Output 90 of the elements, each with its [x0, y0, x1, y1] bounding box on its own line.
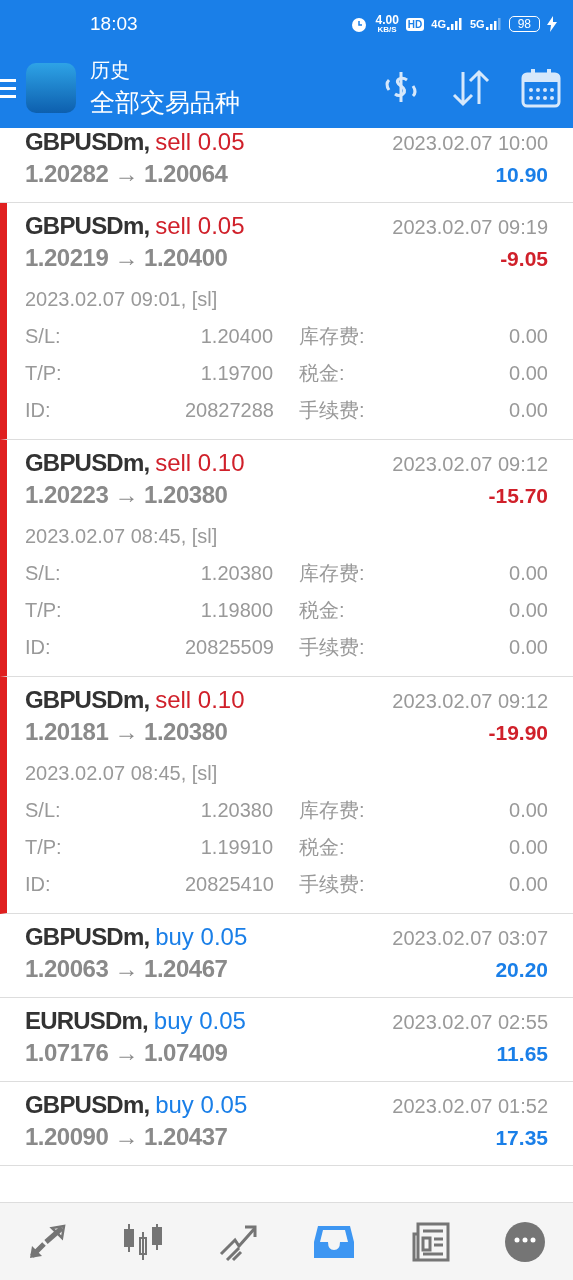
trade-row[interactable]: GBPUSDm, sell 0.10 2023.02.07 09:12 1.20223 → 1.20380 -15.70 2023.02.07 08:45, [sl] S/L: 1.20380 库存费: 0.00 T/P: 1.19800 税金: 0.00 ID: 20825509 手续费: 0.00 [0, 440, 573, 677]
close-time: 2023.02.07 09:19 [392, 216, 548, 239]
trade-symbol: GBPUSDm, buy 0.05 [25, 1091, 248, 1119]
detail-value: 0.00 [508, 836, 548, 859]
detail-label: 手续费: [298, 398, 366, 423]
calendar-icon[interactable] [519, 66, 563, 110]
detail-value: 1.19700 [199, 362, 273, 385]
trade-row[interactable]: GBPUSDm, buy 0.05 2023.02.07 03:07 1.20063 → 1.20467 20.20 [0, 914, 573, 998]
profit-value: -9.05 [500, 247, 548, 271]
detail-value: 20827288 [185, 399, 273, 422]
detail-label: 手续费: [298, 872, 366, 897]
close-time: 2023.02.07 03:07 [392, 927, 548, 950]
detail-label: 税金: [298, 835, 346, 860]
close-time: 2023.02.07 01:52 [392, 1095, 548, 1118]
detail-value: 0.00 [508, 399, 548, 422]
alarm-clock-icon [350, 15, 369, 33]
detail-value: 0.00 [508, 599, 548, 622]
detail-label: T/P: [25, 599, 63, 622]
detail-value: 0.00 [508, 636, 548, 659]
detail-value: 1.20400 [199, 325, 273, 348]
close-time: 2023.02.07 09:12 [392, 453, 548, 476]
detail-label: T/P: [25, 362, 63, 385]
detail-value: 1.19910 [199, 836, 273, 859]
price-change: 1.20181 → 1.20380 [25, 718, 228, 746]
close-time: 2023.02.07 02:55 [392, 1011, 548, 1034]
profit-value: -15.70 [488, 484, 548, 508]
price-change: 1.20219 → 1.20400 [25, 244, 228, 272]
detail-value: 1.20380 [199, 562, 273, 585]
detail-label: T/P: [25, 836, 63, 859]
trade-symbol: EURUSDm, buy 0.05 [25, 1007, 246, 1035]
detail-value: 0.00 [508, 562, 548, 585]
price-change: 1.20063 → 1.20467 [25, 955, 228, 983]
hd-badge: HD [405, 17, 425, 31]
detail-value: 0.00 [508, 799, 548, 822]
detail-label: 税金: [298, 598, 346, 623]
detail-label: ID: [25, 399, 52, 422]
trade-symbol: GBPUSDm, buy 0.05 [25, 923, 248, 951]
price-change: 1.07176 → 1.07409 [25, 1039, 228, 1067]
trade-row[interactable]: GBPUSDm, sell 0.05 2023.02.07 09:19 1.20219 → 1.20400 -9.05 2023.02.07 09:01, [sl] S/L: 1.20400 库存费: 0.00 T/P: 1.19700 税金: 0.00 ID: 20827288 手续费: 0.00 [0, 203, 573, 440]
network-speed: 4.00 KB/S [375, 14, 399, 34]
detail-label: S/L: [25, 562, 62, 585]
profit-value: 20.20 [495, 958, 548, 982]
detail-label: 库存费: [298, 561, 366, 586]
price-change: 1.20282 → 1.20064 [25, 160, 228, 188]
symbol-filter[interactable]: 全部交易品种 [90, 86, 379, 119]
profit-value: 10.90 [495, 163, 548, 187]
detail-value: 1.20380 [199, 799, 273, 822]
network-type: 5G [469, 18, 485, 30]
detail-value: 1.19800 [199, 599, 273, 622]
profit-value: 11.65 [496, 1042, 548, 1066]
battery-level: 98 [508, 16, 540, 32]
trade-row[interactable]: EURUSDm, buy 0.05 2023.02.07 02:55 1.07176 → 1.07409 11.65 [0, 998, 573, 1082]
trade-row[interactable]: GBPUSDm, sell 0.10 2023.02.07 09:12 1.20181 → 1.20380 -19.90 2023.02.07 08:45, [sl] S/L: 1.20380 库存费: 0.00 T/P: 1.19910 税金: 0.00 ID: 20825410 手续费: 0.00 [0, 677, 573, 914]
charging-bolt-icon [547, 16, 557, 32]
app-logo [26, 63, 76, 113]
price-change: 1.20223 → 1.20380 [25, 481, 228, 509]
open-time: 2023.02.07 08:45, [sl] [25, 523, 219, 549]
open-time: 2023.02.07 08:45, [sl] [25, 760, 219, 786]
chat-bubble-icon[interactable] [503, 1219, 548, 1264]
detail-value: 20825509 [185, 636, 273, 659]
detail-label: S/L: [25, 799, 62, 822]
close-time: 2023.02.07 10:00 [392, 132, 548, 155]
detail-label: 税金: [298, 361, 346, 386]
detail-value: 20825410 [185, 873, 273, 896]
trade-row[interactable]: GBPUSDm, sell 0.05 2023.02.07 10:00 1.20282 → 1.20064 10.90 [0, 128, 573, 203]
menu-icon[interactable] [0, 76, 16, 100]
detail-label: 库存费: [298, 798, 366, 823]
signal-icon [485, 18, 502, 30]
detail-value: 0.00 [508, 362, 548, 385]
trade-symbol: GBPUSDm, sell 0.10 [25, 449, 245, 477]
detail-label: ID: [25, 636, 52, 659]
network-type: 4G [431, 18, 446, 30]
price-change: 1.20090 → 1.20437 [25, 1123, 228, 1151]
profit-value: -19.90 [488, 721, 548, 745]
detail-label: 库存费: [298, 324, 366, 349]
screen-title: 历史 [90, 58, 131, 83]
detail-value: 0.00 [508, 325, 548, 348]
trade-symbol: GBPUSDm, sell 0.10 [25, 686, 245, 714]
close-time: 2023.02.07 09:12 [392, 690, 548, 713]
clock-time: 18:03 [90, 13, 139, 35]
open-time: 2023.02.07 09:01, [sl] [25, 286, 219, 312]
trade-symbol: GBPUSDm, sell 0.05 [25, 212, 245, 240]
detail-value: 0.00 [508, 873, 548, 896]
signal-icon [446, 18, 463, 30]
trade-row[interactable]: GBPUSDm, buy 0.05 2023.02.07 01:52 1.20090 → 1.20437 17.35 [0, 1082, 573, 1166]
detail-label: 手续费: [298, 635, 366, 660]
detail-label: S/L: [25, 325, 62, 348]
trade-symbol: GBPUSDm, sell 0.05 [25, 128, 245, 156]
detail-label: ID: [25, 873, 52, 896]
profit-value: 17.35 [495, 1126, 548, 1150]
